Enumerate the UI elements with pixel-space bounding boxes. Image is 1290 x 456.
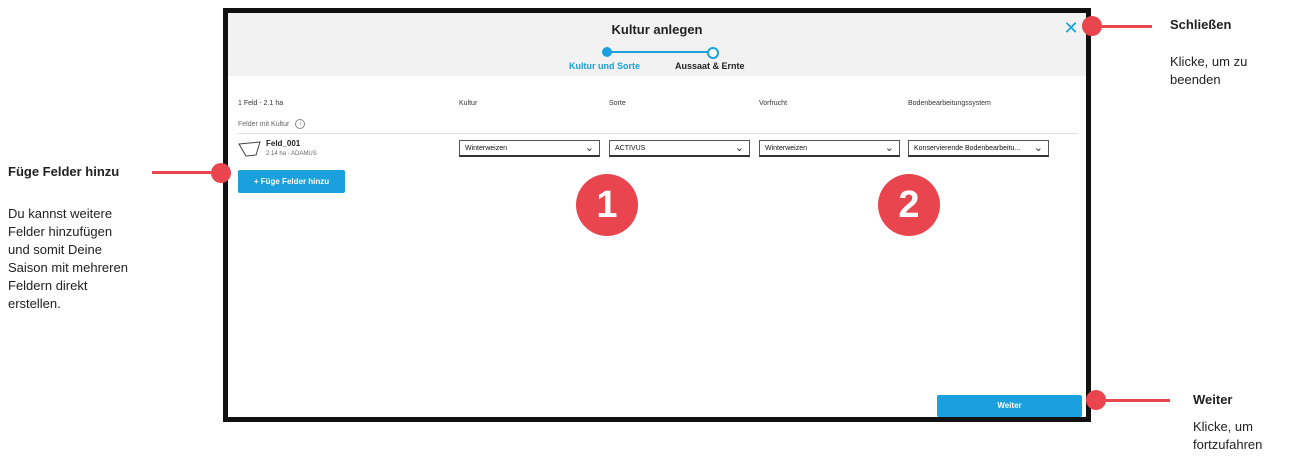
add-annotation-line: Felder hinzufügen xyxy=(8,224,113,239)
next-callout-dot xyxy=(1086,390,1106,410)
close-annotation-text: Klicke, um zu beenden xyxy=(1170,53,1247,89)
next-annotation-line: Klicke, um xyxy=(1193,419,1253,434)
column-header-variety: Sorte xyxy=(609,100,626,107)
close-callout-dot xyxy=(1082,16,1102,36)
close-annotation-line: beenden xyxy=(1170,72,1221,87)
field-name: Feld_001 xyxy=(266,139,301,148)
fields-with-crop-header: Felder mit Kultur i xyxy=(238,119,306,129)
add-annotation-title: Füge Felder hinzu xyxy=(8,164,120,179)
dialog-title: Kultur anlegen xyxy=(611,22,703,37)
crop-select[interactable]: Winterweizen ⌄ xyxy=(459,140,600,157)
variety-select[interactable]: ACTIVUS ⌄ xyxy=(609,140,750,157)
chevron-down-icon: ⌄ xyxy=(734,142,744,154)
stepper: Kultur und Sorte Aussaat & Ernte xyxy=(563,46,763,76)
close-icon[interactable]: ✕ xyxy=(1062,19,1080,37)
next-annotation-line: fortzufahren xyxy=(1193,437,1263,452)
column-header-crop: Kultur xyxy=(459,100,478,107)
close-annotation-line: Klicke, um zu xyxy=(1170,54,1248,69)
dialog-window: Kultur anlegen ✕ Kultur und Sorte Aussaa… xyxy=(223,8,1091,422)
add-annotation-line: Saison mit mehreren xyxy=(8,260,128,275)
next-annotation-title: Weiter xyxy=(1193,392,1233,407)
add-fields-button[interactable]: + Füge Felder hinzu xyxy=(238,170,345,193)
stepper-line xyxy=(607,51,711,53)
tillage-select[interactable]: Konservierende Bodenbearbeitu... ⌄ xyxy=(908,140,1049,157)
step-2-dot xyxy=(707,47,719,59)
next-annotation-text: Klicke, um fortzufahren xyxy=(1193,418,1262,454)
close-callout-line xyxy=(1102,25,1152,28)
crop-select-value: Winterweizen xyxy=(465,145,508,152)
chevron-down-icon: ⌄ xyxy=(884,142,894,154)
next-callout-line xyxy=(1106,399,1170,402)
field-details: 2.14 ha - ADAMUS xyxy=(266,151,317,157)
field-shape-icon xyxy=(238,141,261,157)
add-callout-line xyxy=(152,171,212,174)
divider xyxy=(238,133,1078,134)
add-annotation-line: und somit Deine xyxy=(8,242,102,257)
chevron-down-icon: ⌄ xyxy=(584,142,594,154)
step-badge-1: 1 xyxy=(576,174,638,236)
add-annotation-line: erstellen. xyxy=(8,296,61,311)
chevron-down-icon: ⌄ xyxy=(1033,142,1043,154)
dialog-header: Kultur anlegen ✕ Kultur und Sorte Aussaa… xyxy=(228,13,1086,76)
column-header-previous-crop: Vorfrucht xyxy=(759,100,788,107)
variety-select-value: ACTIVUS xyxy=(615,145,646,152)
tillage-select-value: Konservierende Bodenbearbeitu... xyxy=(914,145,1021,152)
step-2-label[interactable]: Aussaat & Ernte xyxy=(675,61,745,71)
next-button[interactable]: Weiter xyxy=(937,395,1082,417)
add-annotation-line: Du kannst weitere xyxy=(8,206,113,221)
column-header-tillage: Bodenbearbeitungssystem xyxy=(908,100,991,107)
step-badge-2: 2 xyxy=(878,174,940,236)
close-annotation-title: Schließen xyxy=(1170,17,1232,32)
add-annotation-line: Feldern direkt xyxy=(8,278,88,293)
info-icon[interactable]: i xyxy=(295,119,306,129)
step-1-dot xyxy=(602,47,612,57)
add-callout-dot xyxy=(211,163,231,183)
add-annotation-text: Du kannst weitere Felder hinzufügen und … xyxy=(8,205,128,313)
previous-crop-select-value: Winterweizen xyxy=(765,145,808,152)
previous-crop-select[interactable]: Winterweizen ⌄ xyxy=(759,140,900,157)
step-1-label[interactable]: Kultur und Sorte xyxy=(569,61,640,71)
column-header-fields: 1 Feld - 2.1 ha xyxy=(238,100,284,107)
fields-with-crop-label: Felder mit Kultur xyxy=(238,120,290,128)
